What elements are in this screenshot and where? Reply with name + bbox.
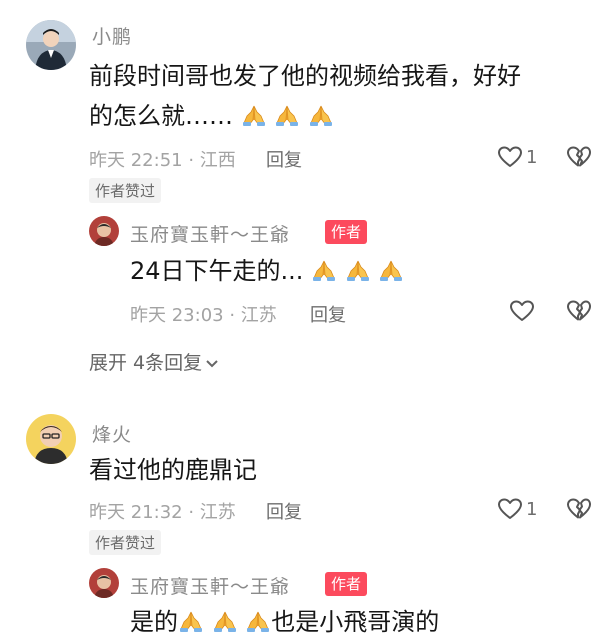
avatar[interactable] — [26, 20, 76, 70]
user-avatar-image — [26, 20, 76, 70]
pray-emoji-icon — [245, 609, 271, 633]
reply-avatar-image — [89, 568, 119, 598]
reply-text-end: 也是小飛哥演的 — [271, 608, 440, 636]
broken-heart-icon[interactable] — [566, 299, 592, 323]
comment-username[interactable]: 烽火 — [92, 420, 132, 447]
heart-icon[interactable] — [497, 145, 523, 169]
reply-button[interactable]: 回复 — [266, 146, 302, 172]
like-count: 1 — [526, 499, 538, 520]
pray-emoji-icon — [311, 258, 337, 282]
reply-text-start: 是的 — [130, 608, 178, 636]
heart-icon[interactable] — [497, 497, 523, 521]
pray-emoji-icon — [241, 103, 267, 127]
reply-username[interactable]: 玉府寶玉軒～王爺 — [130, 220, 290, 247]
reply-avatar-image — [89, 216, 119, 246]
avatar[interactable] — [89, 568, 119, 598]
comment-username[interactable]: 小鹏 — [92, 22, 132, 49]
reply-username[interactable]: 玉府寶玉軒～王爺 — [130, 572, 290, 599]
reply-button[interactable]: 回复 — [266, 498, 302, 524]
comment-text-line1: 前段时间哥也发了他的视频给我看，好好 — [89, 62, 521, 90]
reply-meta: 昨天 23:03 · 江苏 — [130, 305, 277, 326]
author-tag: 作者 — [325, 220, 368, 244]
pray-emoji-icon — [178, 609, 204, 633]
expand-replies-button[interactable]: 展开 4条回复 — [89, 348, 219, 375]
avatar[interactable] — [26, 414, 76, 464]
reply-text: 24日下午走的... — [130, 253, 404, 289]
user-avatar-image — [26, 414, 76, 464]
chevron-down-icon — [206, 359, 218, 367]
author-tag: 作者 — [325, 572, 368, 596]
comment-meta: 昨天 22:51 · 江西 — [89, 150, 236, 171]
broken-heart-icon[interactable] — [566, 145, 592, 169]
expand-replies-label: 展开 4条回复 — [89, 352, 203, 374]
pray-emoji-icon — [212, 609, 238, 633]
broken-heart-icon[interactable] — [566, 497, 592, 521]
reply-text: 是的 也是小飛哥演的 — [130, 604, 439, 640]
comment-text-content: 的怎么就…… — [89, 102, 233, 130]
like-count: 1 — [526, 147, 538, 168]
comment-meta: 昨天 21:32 · 江苏 — [89, 502, 236, 523]
pray-emoji-icon — [378, 258, 404, 282]
reply-button[interactable]: 回复 — [310, 301, 346, 327]
heart-icon[interactable] — [509, 299, 535, 323]
pray-emoji-icon — [274, 103, 300, 127]
comment-text-line2: 的怎么就…… — [89, 98, 334, 134]
comment-text: 前段时间哥也发了他的视频给我看，好好 — [89, 58, 521, 94]
avatar[interactable] — [89, 216, 119, 246]
pray-emoji-icon — [308, 103, 334, 127]
pray-emoji-icon — [345, 258, 371, 282]
comment-text: 看过他的鹿鼎记 — [89, 456, 257, 484]
reply-text-content: 24日下午走的... — [130, 257, 304, 285]
author-liked-badge: 作者赞过 — [89, 530, 162, 555]
author-liked-badge: 作者赞过 — [89, 178, 162, 203]
